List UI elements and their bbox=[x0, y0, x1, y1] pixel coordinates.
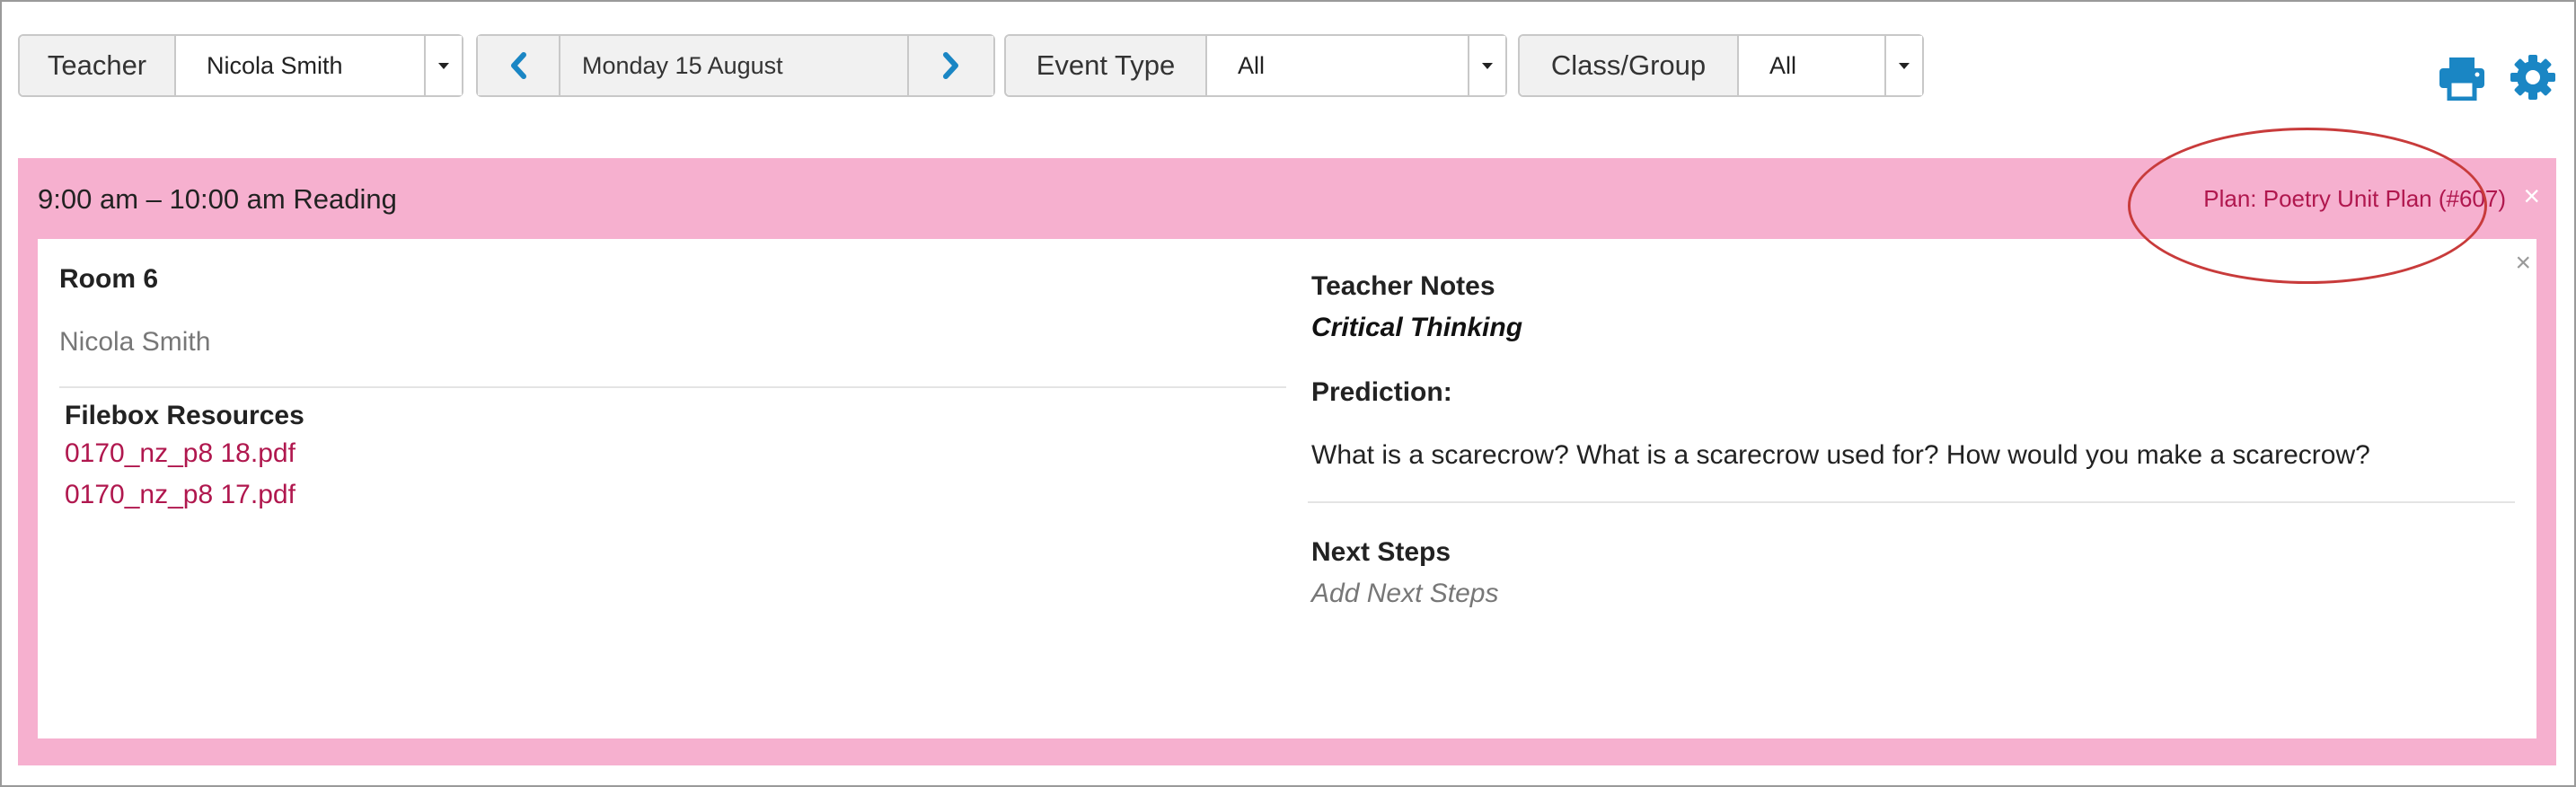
event-type-label: Event Type bbox=[1006, 36, 1207, 95]
previous-day-button[interactable] bbox=[478, 36, 559, 95]
teacher-notes-text: Critical Thinking bbox=[1311, 313, 1523, 342]
filebox-title: Filebox Resources bbox=[65, 401, 304, 430]
event-type-select-value: All bbox=[1238, 51, 1266, 79]
printer-icon bbox=[2439, 57, 2484, 102]
next-steps-title: Next Steps bbox=[1311, 537, 1451, 567]
file-link[interactable]: 0170_nz_p8 17.pdf bbox=[65, 480, 296, 510]
event-teacher: Nicola Smith bbox=[59, 327, 211, 357]
settings-button[interactable] bbox=[2510, 54, 2556, 105]
class-group-label: Class/Group bbox=[1520, 36, 1739, 95]
app-window: Teacher Nicola Smith Monday 15 August Ev… bbox=[0, 0, 2576, 787]
teacher-select[interactable]: Nicola Smith bbox=[176, 36, 462, 95]
chevron-left-icon bbox=[511, 52, 526, 79]
file-link[interactable]: 0170_nz_p8 18.pdf bbox=[65, 438, 296, 469]
chevron-right-icon bbox=[943, 52, 958, 79]
divider bbox=[1308, 501, 2515, 503]
current-date: Monday 15 August bbox=[559, 36, 909, 95]
plan-link[interactable]: Plan: Poetry Unit Plan (#607) bbox=[2203, 185, 2506, 213]
event-title: 9:00 am – 10:00 am Reading bbox=[38, 183, 397, 215]
divider bbox=[59, 386, 1286, 388]
class-group-select-value: All bbox=[1769, 51, 1797, 79]
close-icon[interactable]: × bbox=[2515, 248, 2531, 279]
event-details: × Room 6 Nicola Smith Filebox Resources … bbox=[38, 239, 2536, 738]
gear-icon bbox=[2510, 55, 2555, 100]
teacher-label: Teacher bbox=[20, 36, 176, 95]
caret-down-icon[interactable] bbox=[1884, 36, 1922, 95]
teacher-notes-title: Teacher Notes bbox=[1311, 271, 1495, 301]
caret-down-icon[interactable] bbox=[424, 36, 462, 95]
event-type-select[interactable]: All bbox=[1207, 36, 1505, 95]
class-group-select[interactable]: All bbox=[1739, 36, 1922, 95]
date-navigator: Monday 15 August bbox=[476, 34, 995, 97]
event-card: 9:00 am – 10:00 am Reading Plan: Poetry … bbox=[18, 158, 2556, 765]
class-group-filter: Class/Group All bbox=[1518, 34, 1924, 97]
prediction-text: What is a scarecrow? What is a scarecrow… bbox=[1311, 440, 2370, 470]
add-next-steps-link[interactable]: Add Next Steps bbox=[1311, 579, 1498, 609]
prediction-title: Prediction: bbox=[1311, 377, 1452, 407]
caret-down-icon[interactable] bbox=[1468, 36, 1505, 95]
next-day-button[interactable] bbox=[909, 36, 993, 95]
event-type-filter: Event Type All bbox=[1004, 34, 1507, 97]
teacher-filter: Teacher Nicola Smith bbox=[18, 34, 463, 97]
room-name: Room 6 bbox=[59, 264, 159, 294]
close-icon[interactable]: × bbox=[2523, 180, 2540, 213]
print-button[interactable] bbox=[2438, 56, 2486, 105]
teacher-select-value: Nicola Smith bbox=[207, 51, 343, 79]
